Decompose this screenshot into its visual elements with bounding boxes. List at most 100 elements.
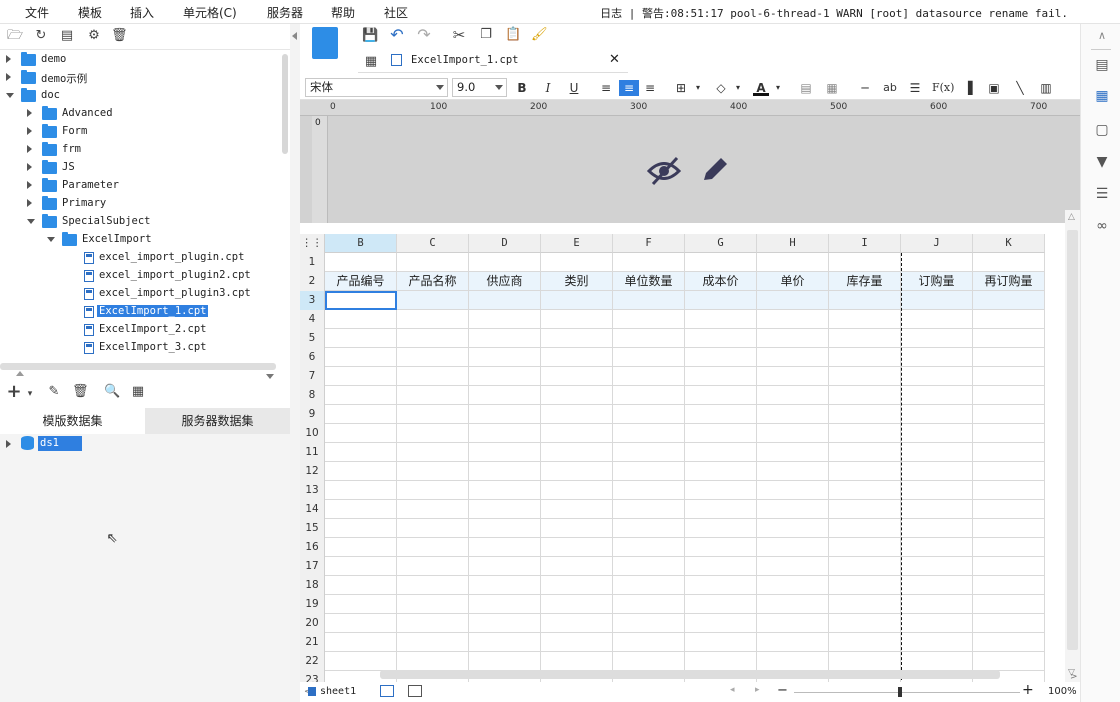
cell[interactable] bbox=[613, 557, 685, 576]
cell[interactable] bbox=[397, 253, 469, 272]
collapsed-arrow-icon[interactable] bbox=[27, 109, 32, 117]
cell[interactable] bbox=[973, 310, 1045, 329]
cell[interactable] bbox=[325, 329, 397, 348]
cell[interactable] bbox=[685, 310, 757, 329]
cell[interactable] bbox=[685, 367, 757, 386]
cell[interactable] bbox=[973, 614, 1045, 633]
copy-icon[interactable]: ❐ bbox=[478, 27, 494, 43]
dataset-ds1[interactable]: ds1 bbox=[38, 436, 82, 451]
cell[interactable] bbox=[325, 424, 397, 443]
cell[interactable] bbox=[973, 500, 1045, 519]
tab-template-datasets[interactable]: 模版数据集 bbox=[0, 408, 145, 434]
align-center-icon[interactable]: ≡ bbox=[619, 80, 639, 96]
cell[interactable] bbox=[613, 405, 685, 424]
column-header[interactable]: G bbox=[685, 234, 757, 253]
column-header[interactable]: I bbox=[829, 234, 901, 253]
cell[interactable] bbox=[829, 519, 901, 538]
cell[interactable] bbox=[829, 329, 901, 348]
menu-insert[interactable]: 插入 bbox=[130, 4, 154, 21]
cell[interactable] bbox=[541, 462, 613, 481]
cell[interactable] bbox=[397, 576, 469, 595]
cell[interactable] bbox=[829, 291, 901, 310]
cell-element-icon[interactable]: ▤ bbox=[1093, 57, 1111, 73]
cell[interactable] bbox=[973, 595, 1045, 614]
row-header[interactable]: 18 bbox=[300, 576, 325, 595]
cell[interactable] bbox=[397, 405, 469, 424]
selected-cell[interactable] bbox=[325, 291, 397, 310]
cell[interactable] bbox=[685, 291, 757, 310]
cell[interactable] bbox=[469, 614, 541, 633]
cell[interactable] bbox=[469, 310, 541, 329]
collapse-left-icon[interactable] bbox=[292, 32, 297, 40]
row-header[interactable]: 20 bbox=[300, 614, 325, 633]
cell[interactable] bbox=[901, 519, 973, 538]
row-header[interactable]: 5 bbox=[300, 329, 325, 348]
collapsed-arrow-icon[interactable] bbox=[6, 55, 11, 63]
scroll-thumb[interactable] bbox=[1067, 230, 1078, 650]
row-header[interactable]: 16 bbox=[300, 538, 325, 557]
cell[interactable] bbox=[397, 424, 469, 443]
cell[interactable] bbox=[829, 386, 901, 405]
cell[interactable] bbox=[469, 253, 541, 272]
tree-scrollbar[interactable] bbox=[282, 54, 288, 154]
cell[interactable] bbox=[973, 405, 1045, 424]
cell[interactable] bbox=[325, 462, 397, 481]
font-size-select[interactable]: 9.0 bbox=[452, 78, 507, 97]
cell[interactable] bbox=[901, 481, 973, 500]
zoom-in-icon[interactable]: + bbox=[1022, 682, 1034, 698]
zoom-slider[interactable] bbox=[794, 692, 1020, 693]
cell[interactable] bbox=[973, 424, 1045, 443]
cell[interactable] bbox=[541, 443, 613, 462]
cell[interactable] bbox=[685, 386, 757, 405]
cell[interactable] bbox=[613, 462, 685, 481]
cell[interactable] bbox=[685, 481, 757, 500]
collapsed-arrow-icon[interactable] bbox=[27, 145, 32, 153]
expanded-arrow-icon[interactable] bbox=[27, 219, 35, 224]
cell[interactable] bbox=[973, 253, 1045, 272]
cell[interactable] bbox=[541, 329, 613, 348]
collapse-down-icon[interactable] bbox=[266, 374, 274, 379]
cell[interactable] bbox=[469, 367, 541, 386]
cell[interactable] bbox=[325, 405, 397, 424]
cell[interactable] bbox=[757, 614, 829, 633]
tree-file[interactable]: excel_import_plugin3.cpt bbox=[0, 285, 280, 303]
image-icon[interactable]: ▣ bbox=[986, 80, 1002, 96]
fill-color-icon[interactable]: ◇ bbox=[713, 80, 729, 96]
cell[interactable] bbox=[541, 424, 613, 443]
cell[interactable] bbox=[613, 652, 685, 671]
text-icon[interactable]: ab bbox=[882, 80, 898, 96]
cell[interactable] bbox=[973, 443, 1045, 462]
header-cell[interactable]: 产品编号 bbox=[325, 272, 397, 291]
cell[interactable] bbox=[829, 576, 901, 595]
cell[interactable] bbox=[325, 538, 397, 557]
cell[interactable] bbox=[757, 386, 829, 405]
cell[interactable] bbox=[397, 557, 469, 576]
cell[interactable] bbox=[901, 405, 973, 424]
cell[interactable] bbox=[901, 576, 973, 595]
cell[interactable] bbox=[325, 576, 397, 595]
cell[interactable] bbox=[685, 614, 757, 633]
column-header[interactable]: H bbox=[757, 234, 829, 253]
row-header[interactable]: 1 bbox=[300, 253, 325, 272]
menu-file[interactable]: 文件 bbox=[25, 4, 49, 21]
cell[interactable] bbox=[397, 348, 469, 367]
cell[interactable] bbox=[973, 576, 1045, 595]
cell-attribute-icon[interactable]: ▦ bbox=[1093, 88, 1111, 104]
cell[interactable] bbox=[613, 633, 685, 652]
edit-icon[interactable]: ✎ bbox=[46, 384, 62, 400]
undo-icon[interactable]: ↶ bbox=[389, 27, 405, 43]
menu-cell[interactable]: 单元格(C) bbox=[183, 4, 237, 21]
tree-horizontal-scrollbar[interactable] bbox=[0, 363, 276, 370]
menu-template[interactable]: 模板 bbox=[78, 4, 102, 21]
select-all-corner[interactable]: ⋮⋮ bbox=[300, 234, 325, 253]
cell[interactable] bbox=[325, 519, 397, 538]
header-cell[interactable]: 供应商 bbox=[469, 272, 541, 291]
vertical-scrollbar[interactable]: △ ▽ bbox=[1065, 210, 1080, 682]
collapsed-arrow-icon[interactable] bbox=[27, 163, 32, 171]
cell[interactable] bbox=[973, 348, 1045, 367]
cell[interactable] bbox=[829, 500, 901, 519]
save-icon[interactable]: 💾 bbox=[362, 28, 378, 44]
tree-folder[interactable]: Primary bbox=[0, 195, 280, 213]
cell[interactable] bbox=[757, 310, 829, 329]
cell[interactable] bbox=[829, 481, 901, 500]
